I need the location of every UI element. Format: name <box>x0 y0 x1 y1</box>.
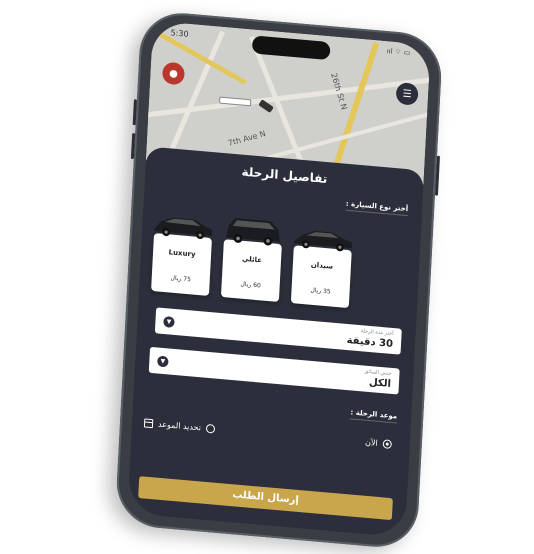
car-price: 60 ريال <box>240 280 261 290</box>
submit-request-button[interactable]: إرسال الطلب <box>138 476 393 521</box>
status-time: 5:30 <box>170 28 189 39</box>
car-price: 75 ريال <box>170 274 192 284</box>
phone-notch <box>251 35 331 61</box>
car-option-family[interactable]: عائلي 60 ريال <box>220 218 282 303</box>
schedule-label: موعد الرحلة : <box>350 408 398 424</box>
driver-gender-value: الكل <box>368 377 392 390</box>
power-button <box>434 155 441 196</box>
driver-gender-label: جنس السائق <box>364 368 392 377</box>
option-schedule-label: تحديد الموعد <box>157 419 202 433</box>
car-price: 35 ريال <box>310 286 331 296</box>
chevron-down-icon: ▼ <box>157 355 169 368</box>
suv-car-icon <box>226 218 280 246</box>
option-now-label: الآن <box>364 437 379 448</box>
location-pin-button[interactable]: ● <box>161 61 186 86</box>
driver-gender-select[interactable]: جنس السائق الكل ▼ <box>148 346 400 395</box>
chevron-down-icon: ▼ <box>163 315 175 328</box>
radio-unselected-icon <box>205 423 216 434</box>
car-name: عائلي <box>241 254 263 265</box>
trip-details-sheet: تفاصيل الرحلة أختر نوع السيارة : Luxury … <box>127 146 425 538</box>
phone-screen: 26th St N 7th Ave N Maranz Park 5:30 ııl… <box>127 20 431 538</box>
map-street-label: 7th Ave N <box>226 129 267 148</box>
car-option-sedan[interactable]: سيدان 35 ريال <box>290 231 353 309</box>
car-option-luxury[interactable]: Luxury 75 ريال <box>151 217 213 296</box>
duration-select[interactable]: أختر مدة الرحلة 30 دقيقة ▼ <box>154 307 402 355</box>
menu-button[interactable]: ☰ <box>395 81 419 106</box>
radio-selected-icon <box>382 439 392 450</box>
radio-option-now[interactable]: الآن <box>364 437 392 450</box>
sedan-car-icon <box>293 231 353 252</box>
phone-frame: 26th St N 7th Ave N Maranz Park 5:30 ııl… <box>114 9 444 551</box>
radio-option-schedule[interactable]: تحديد الموعد <box>143 418 216 434</box>
car-name: سيدان <box>310 260 334 271</box>
status-icons: ııl ⌔ ▭ <box>386 47 411 58</box>
volume-up-button <box>132 99 137 126</box>
location-pin-icon: ● <box>168 67 179 80</box>
volume-down-button <box>130 132 136 160</box>
calendar-icon <box>143 418 154 429</box>
car-name: Luxury <box>168 248 196 259</box>
car-type-label: أختر نوع السيارة : <box>345 199 409 217</box>
luxury-car-icon <box>154 217 213 240</box>
menu-icon: ☰ <box>402 88 412 100</box>
duration-value: 30 دقيقة <box>346 334 394 351</box>
